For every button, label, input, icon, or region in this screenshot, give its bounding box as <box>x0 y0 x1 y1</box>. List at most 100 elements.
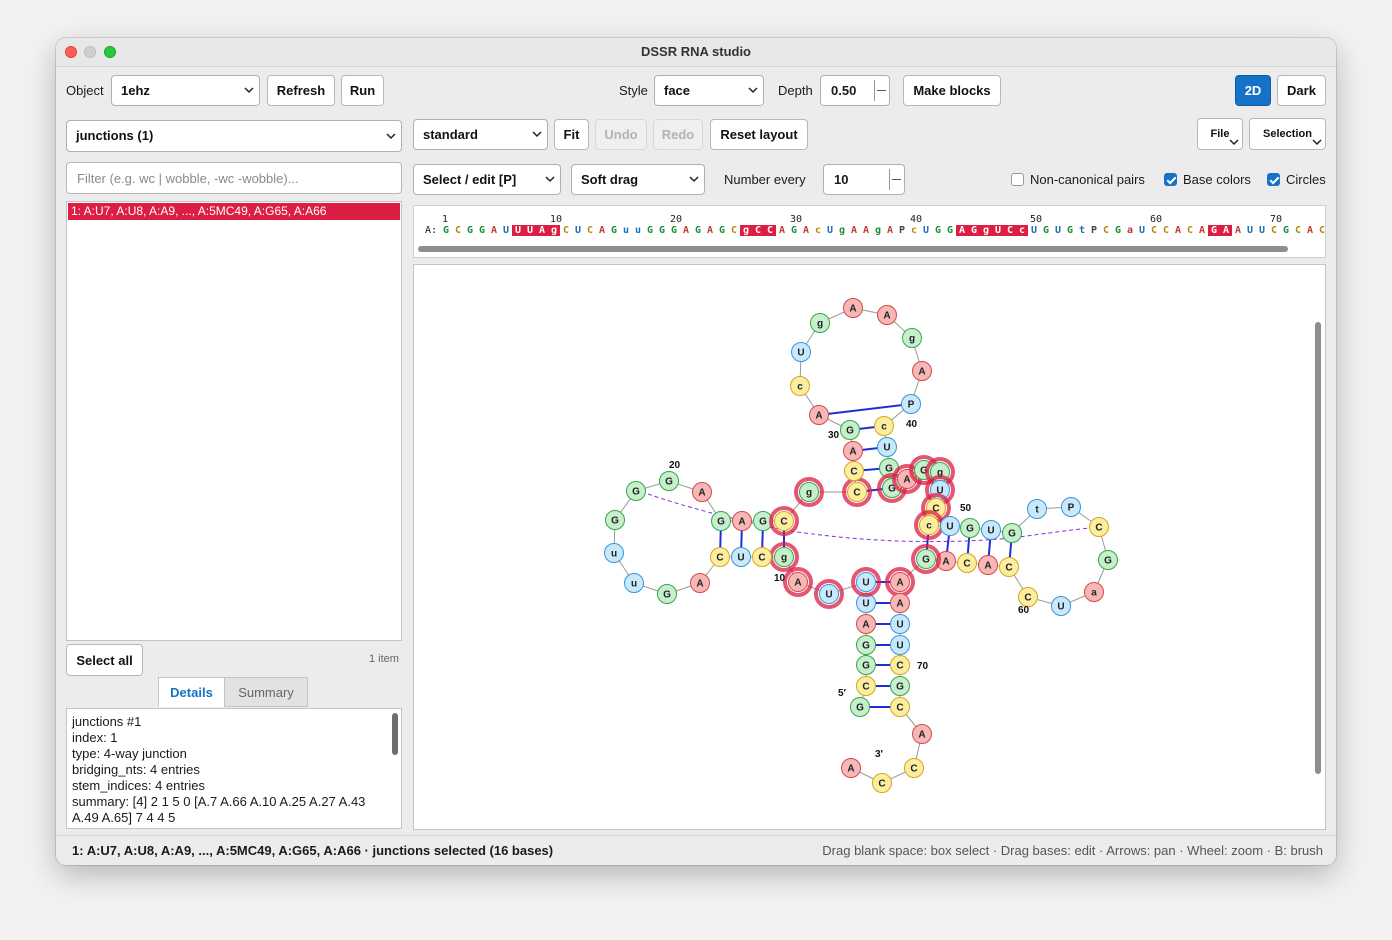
sequence-residue[interactable]: G <box>932 225 944 236</box>
object-select[interactable]: 1ehz <box>111 75 260 106</box>
sequence-residue[interactable]: G <box>656 225 668 236</box>
list-item[interactable]: 1: A:U7, A:U8, A:A9, ..., A:5MC49, A:G65… <box>68 203 400 220</box>
base-colors-checkbox[interactable]: Base colors <box>1164 172 1251 187</box>
sequence-residue[interactable]: c <box>812 225 824 236</box>
sequence-residue[interactable]: g <box>872 225 884 236</box>
sequence-residue[interactable]: c <box>908 225 920 236</box>
sequence-residue[interactable]: C <box>764 225 776 236</box>
sequence-residue[interactable]: u <box>632 225 644 236</box>
sequence-residue[interactable]: C <box>1268 225 1280 236</box>
spin-decrement-icon[interactable] <box>877 90 886 91</box>
sequence-residue[interactable]: A <box>860 225 872 236</box>
sequence-residue[interactable]: P <box>896 225 908 236</box>
structure-canvas[interactable] <box>413 264 1326 830</box>
sequence-residue[interactable]: U <box>500 225 512 236</box>
sequence-residue[interactable]: C <box>584 225 596 236</box>
redo-button[interactable]: Redo <box>653 119 703 150</box>
sequence-residue[interactable]: U <box>572 225 584 236</box>
sequence-residue[interactable]: A <box>776 225 788 236</box>
sequence-residue[interactable]: A <box>884 225 896 236</box>
refresh-button[interactable]: Refresh <box>267 75 335 106</box>
sequence-residue[interactable]: g <box>548 225 560 236</box>
sequence-residue[interactable]: U <box>1244 225 1256 236</box>
sequence-residue[interactable]: A <box>848 225 860 236</box>
sequence-residue[interactable]: G <box>440 225 452 236</box>
sequence-residue[interactable]: c <box>1016 225 1028 236</box>
sequence-residue[interactable]: G <box>1064 225 1076 236</box>
sequence-residue[interactable]: a <box>1124 225 1136 236</box>
sequence-residue[interactable]: C <box>1316 225 1325 236</box>
feature-select[interactable]: junctions (1) <box>66 120 402 152</box>
noncanonical-checkbox-box[interactable] <box>1011 173 1024 186</box>
select-all-button[interactable]: Select all <box>66 644 143 676</box>
number-every-spinbox[interactable]: 10 <box>823 164 905 195</box>
noncanonical-checkbox[interactable]: Non-canonical pairs <box>1011 172 1145 187</box>
base-colors-checkbox-box[interactable] <box>1164 173 1177 186</box>
tab-summary[interactable]: Summary <box>224 677 308 707</box>
sequence-residue[interactable]: A <box>596 225 608 236</box>
sequence-residue[interactable]: C <box>1148 225 1160 236</box>
sequence-residue[interactable]: A <box>488 225 500 236</box>
sequence-scrollbar[interactable] <box>418 246 1288 252</box>
sequence-residue[interactable]: g <box>980 225 992 236</box>
sequence-residue[interactable]: A <box>1232 225 1244 236</box>
sequence-residue[interactable]: g <box>740 225 752 236</box>
sequence-residue[interactable]: C <box>560 225 572 236</box>
make-blocks-button[interactable]: Make blocks <box>903 75 1001 106</box>
sequence-residue[interactable]: U <box>920 225 932 236</box>
circles-checkbox-box[interactable] <box>1267 173 1280 186</box>
sequence-residue[interactable]: G <box>716 225 728 236</box>
sequence-residue[interactable]: U <box>1136 225 1148 236</box>
sequence-residue[interactable]: A <box>800 225 812 236</box>
minimize-window-icon[interactable] <box>84 46 96 58</box>
fit-button[interactable]: Fit <box>554 119 589 150</box>
mode-2d-button[interactable]: 2D <box>1235 75 1271 106</box>
sequence-residue[interactable]: G <box>1208 225 1220 236</box>
drag-mode-select[interactable]: Soft drag <box>571 164 705 195</box>
reset-layout-button[interactable]: Reset layout <box>710 119 808 150</box>
sequence-residue[interactable]: G <box>968 225 980 236</box>
sequence-residue[interactable]: G <box>1112 225 1124 236</box>
sequence-residue[interactable]: u <box>620 225 632 236</box>
depth-spinbox[interactable]: 0.50 <box>820 75 890 106</box>
sequence-residue[interactable]: G <box>1280 225 1292 236</box>
sequence-residue[interactable]: G <box>608 225 620 236</box>
maximize-window-icon[interactable] <box>104 46 116 58</box>
canvas-scrollbar[interactable] <box>1315 322 1321 774</box>
sequence-residue[interactable]: U <box>824 225 836 236</box>
edit-mode-select[interactable]: Select / edit [P] <box>413 164 561 195</box>
undo-button[interactable]: Undo <box>595 119 647 150</box>
filter-input[interactable] <box>66 162 402 194</box>
sequence-residue[interactable]: A <box>1304 225 1316 236</box>
details-scrollbar[interactable] <box>392 713 398 755</box>
sequence-residue[interactable]: C <box>1004 225 1016 236</box>
sequence-residue[interactable]: U <box>1028 225 1040 236</box>
sequence-residue[interactable]: G <box>788 225 800 236</box>
circles-checkbox[interactable]: Circles <box>1267 172 1326 187</box>
sequence-residue[interactable]: C <box>728 225 740 236</box>
sequence-residue[interactable]: G <box>668 225 680 236</box>
sequence-residue[interactable]: U <box>992 225 1004 236</box>
sequence-residue[interactable]: g <box>836 225 848 236</box>
run-button[interactable]: Run <box>341 75 384 106</box>
sequence-residue[interactable]: G <box>1040 225 1052 236</box>
feature-list[interactable]: 1: A:U7, A:U8, A:A9, ..., A:5MC49, A:G65… <box>66 201 402 641</box>
sequence-residue[interactable]: A <box>680 225 692 236</box>
sequence-residue[interactable]: G <box>464 225 476 236</box>
layout-select[interactable]: standard <box>413 119 548 150</box>
dark-mode-button[interactable]: Dark <box>1277 75 1326 106</box>
close-window-icon[interactable] <box>65 46 77 58</box>
sequence-residue[interactable]: A <box>536 225 548 236</box>
spin-decrement-icon[interactable] <box>892 179 901 180</box>
sequence-residue[interactable]: C <box>1292 225 1304 236</box>
tab-details[interactable]: Details <box>158 677 225 707</box>
sequence-residue[interactable]: G <box>692 225 704 236</box>
sequence-residue[interactable]: U <box>524 225 536 236</box>
sequence-residue[interactable]: C <box>752 225 764 236</box>
sequence-residue[interactable]: G <box>944 225 956 236</box>
sequence-residue[interactable]: A <box>1172 225 1184 236</box>
file-menu-button[interactable]: File <box>1197 118 1243 150</box>
sequence-residue[interactable]: C <box>1160 225 1172 236</box>
selection-menu-button[interactable]: Selection <box>1249 118 1326 150</box>
sequence-residue[interactable]: G <box>644 225 656 236</box>
